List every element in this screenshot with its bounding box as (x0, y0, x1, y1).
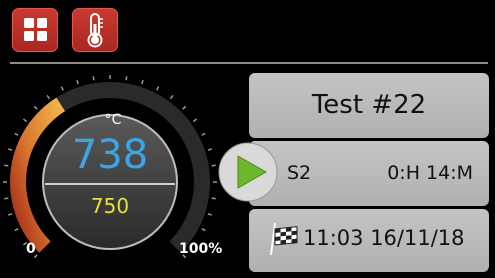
program-step-card[interactable]: S2 0:H 14:M (249, 141, 489, 206)
grid-icon (24, 18, 47, 41)
gauge-tick (46, 94, 51, 100)
program-end-time: 11:03 16/11/18 (303, 226, 465, 250)
gauge-tick (8, 148, 13, 151)
gauge-tick (192, 118, 198, 123)
gauge-tick (201, 228, 206, 232)
step-duration: 0:H 14:M (387, 162, 473, 184)
gauge-tick (60, 86, 64, 91)
checkered-flag-icon (270, 222, 298, 256)
setpoint-temperature: 750 (90, 194, 130, 218)
gauge-tick (4, 164, 9, 167)
gauge-tick (207, 148, 212, 151)
top-toolbar (0, 0, 495, 60)
gauge-tick (92, 76, 95, 81)
gauge-tick (141, 80, 144, 85)
gauge-tick (211, 197, 216, 200)
program-title: Test #22 (311, 90, 427, 120)
menu-grid-button[interactable] (12, 8, 58, 52)
gauge-tick (33, 105, 38, 110)
play-button[interactable] (218, 142, 278, 202)
current-temperature: 738 (71, 132, 149, 178)
gauge-tick (8, 213, 13, 216)
gauge-tick (156, 86, 160, 91)
gauge-tick (211, 164, 216, 167)
gauge-tick (201, 132, 206, 136)
program-end-card[interactable]: 11:03 16/11/18 (249, 209, 489, 272)
step-label: S2 (287, 162, 312, 184)
temperature-unit: °C (104, 112, 122, 128)
gauge-tick (207, 213, 212, 216)
thermometer-icon (87, 13, 103, 48)
play-icon (218, 142, 278, 202)
gauge-tick (182, 105, 187, 110)
program-title-card[interactable]: Test #22 (249, 73, 489, 138)
gauge-tick (169, 94, 174, 100)
gauge-tick (14, 132, 19, 136)
temperature-gauge: °C 738 750 0 100% (0, 64, 245, 278)
scale-max-label: 100% (179, 241, 223, 257)
temperature-button[interactable] (72, 8, 118, 52)
gauge-tick (22, 118, 28, 123)
gauge-tick (125, 76, 128, 81)
gauge-tick (14, 228, 19, 232)
gauge-tick (76, 80, 79, 85)
scale-min-label: 0 (26, 241, 36, 257)
gauge-tick (4, 197, 9, 200)
